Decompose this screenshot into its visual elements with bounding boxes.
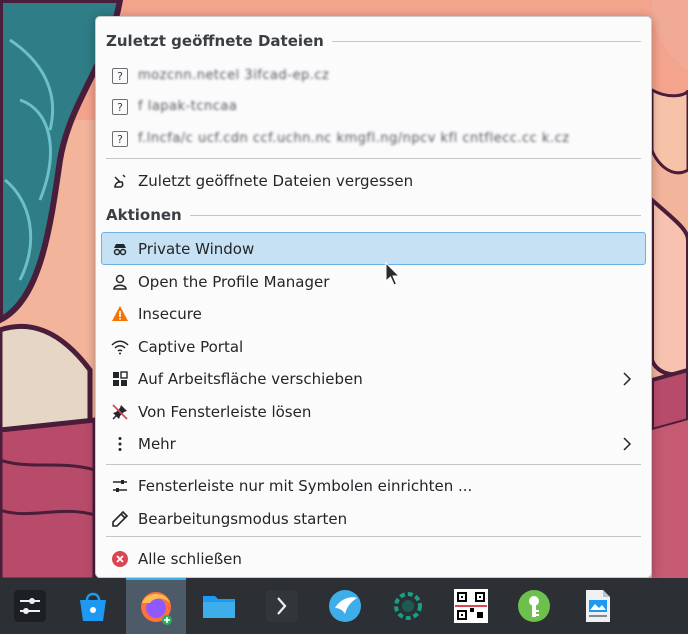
recent-file-name: mozcnn.netcel 3ifcad-ep.cz	[138, 68, 330, 83]
move-to-desktop-label: Auf Arbeitsfläche verschieben	[138, 369, 363, 388]
desktop-move-icon	[110, 369, 130, 389]
task-firefox[interactable]	[126, 578, 186, 634]
task-bird-app[interactable]	[315, 578, 375, 634]
profile-manager-item[interactable]: Open the Profile Manager	[101, 266, 646, 297]
more-icon	[110, 434, 130, 454]
forget-recent-files-label: Zuletzt geöffnete Dateien vergessen	[138, 171, 414, 190]
forget-recent-files-item[interactable]: Zuletzt geöffnete Dateien vergessen	[101, 165, 646, 196]
firefox-icon	[141, 592, 172, 625]
recent-file-item[interactable]: ? f lapak-tcncaa	[101, 91, 646, 122]
more-label: Mehr	[138, 434, 176, 453]
recent-files-header-label: Zuletzt geöffnete Dateien	[106, 32, 324, 50]
move-to-desktop-item[interactable]: Auf Arbeitsfläche verschieben	[101, 363, 646, 394]
mouse-cursor-icon	[385, 262, 401, 286]
close-circle-icon	[110, 549, 130, 569]
edit-mode-label: Bearbeitungsmodus starten	[138, 509, 348, 528]
captive-portal-label: Captive Portal	[138, 337, 244, 356]
task-qr-scanner[interactable]	[441, 578, 501, 634]
task-dolphin[interactable]	[189, 578, 249, 634]
actions-header: Aktionen	[106, 203, 641, 227]
unpin-item[interactable]: Von Fensterleiste lösen	[101, 396, 646, 427]
close-all-label: Alle schließen	[138, 549, 242, 568]
unknown-file-icon: ?	[110, 129, 130, 149]
incognito-icon	[110, 239, 130, 259]
user-icon	[110, 272, 130, 292]
wifi-icon	[110, 337, 130, 357]
taskbar-context-menu: Zuletzt geöffnete Dateien ? mozcnn.netce…	[95, 16, 652, 578]
unknown-file-icon: ?	[110, 66, 130, 86]
bird-app-icon	[329, 590, 361, 622]
unpin-icon	[110, 402, 130, 422]
private-window-label: Private Window	[138, 239, 255, 258]
broom-icon	[110, 171, 130, 191]
private-window-item[interactable]: Private Window	[101, 232, 646, 265]
chevron-right-icon	[623, 372, 632, 386]
close-all-item[interactable]: Alle schließen	[101, 543, 646, 574]
discover-icon	[80, 592, 106, 621]
insecure-label: Insecure	[138, 304, 202, 323]
recent-file-item[interactable]: ? mozcnn.netcel 3ifcad-ep.cz	[101, 60, 646, 91]
app-launcher-icon	[14, 590, 46, 622]
task-writer[interactable]	[567, 578, 627, 634]
configure-taskbar-item[interactable]: Fensterleiste nur mit Symbolen einrichte…	[101, 470, 646, 501]
recent-file-name: f lapak-tcncaa	[138, 99, 238, 114]
menu-separator	[106, 158, 641, 159]
insecure-item[interactable]: Insecure	[101, 298, 646, 329]
configure-taskbar-label: Fensterleiste nur mit Symbolen einrichte…	[138, 476, 473, 495]
qr-scanner-icon	[454, 589, 488, 623]
dolphin-icon	[203, 596, 235, 618]
task-terminal[interactable]	[252, 578, 312, 634]
teal-ring-icon	[394, 592, 422, 620]
chevron-right-icon	[623, 437, 632, 451]
menu-separator	[106, 536, 641, 537]
edit-mode-item[interactable]: Bearbeitungsmodus starten	[101, 503, 646, 534]
header-divider	[331, 40, 641, 42]
recent-file-name: f.lncfa/c ucf.cdn ccf.uchn.nc kmgfl.ng/n…	[138, 131, 570, 146]
pencil-icon	[110, 509, 130, 529]
keepass-icon	[518, 590, 550, 622]
warning-icon	[110, 304, 130, 324]
writer-icon	[586, 590, 610, 622]
task-keepass[interactable]	[504, 578, 564, 634]
configure-sliders-icon	[110, 476, 130, 496]
taskbar	[0, 578, 688, 634]
recent-files-header: Zuletzt geöffnete Dateien	[106, 29, 641, 53]
more-item[interactable]: Mehr	[101, 428, 646, 459]
menu-separator	[106, 464, 641, 465]
header-divider	[189, 214, 641, 216]
unknown-file-icon: ?	[110, 97, 130, 117]
task-app-launcher[interactable]	[0, 578, 60, 634]
task-discover[interactable]	[63, 578, 123, 634]
actions-header-label: Aktionen	[106, 206, 182, 224]
captive-portal-item[interactable]: Captive Portal	[101, 331, 646, 362]
task-teal-ring[interactable]	[378, 578, 438, 634]
recent-file-item[interactable]: ? f.lncfa/c ucf.cdn ccf.uchn.nc kmgfl.ng…	[101, 123, 646, 154]
unpin-label: Von Fensterleiste lösen	[138, 402, 312, 421]
terminal-icon	[266, 590, 298, 622]
profile-manager-label: Open the Profile Manager	[138, 272, 330, 291]
